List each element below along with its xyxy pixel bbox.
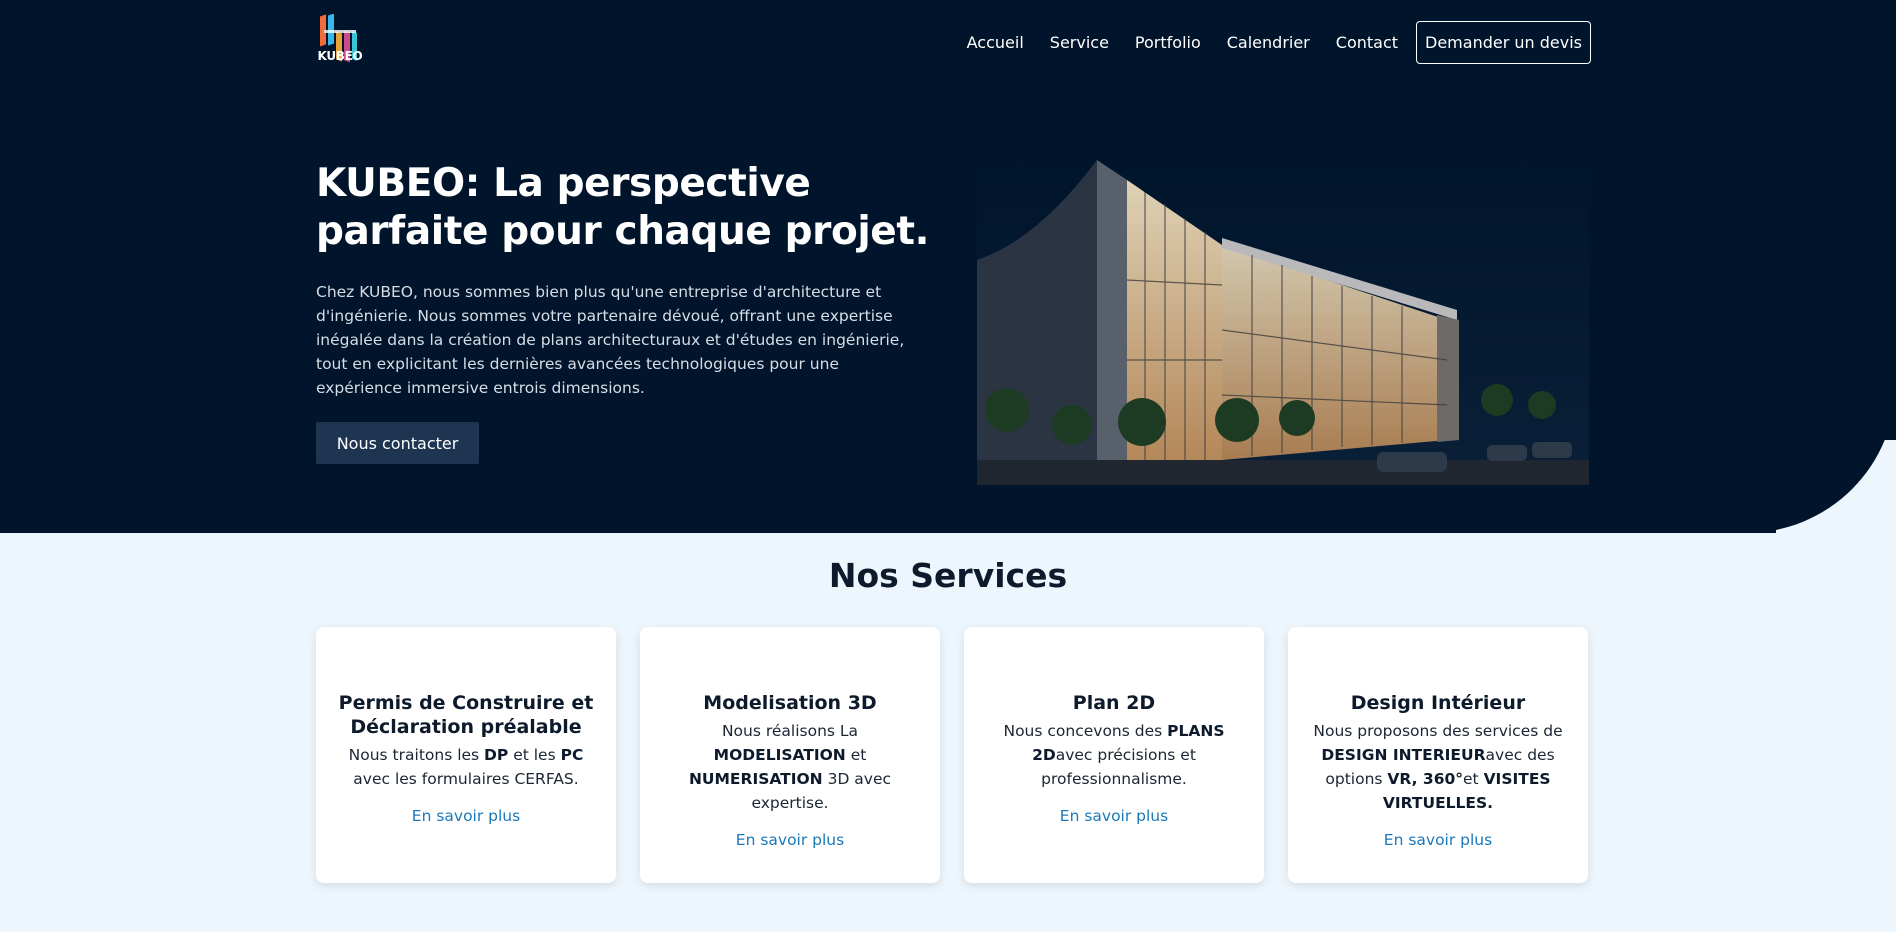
learn-more-link[interactable]: En savoir plus: [412, 807, 520, 825]
service-text-segment: Nous traitons les: [348, 746, 485, 764]
service-card-design: Design Intérieur Nous proposons des serv…: [1288, 627, 1588, 883]
service-card-plan: Plan 2D Nous concevons des PLANS 2Davec …: [964, 627, 1264, 883]
service-card-text: Nous réalisons La MODELISATION et NUMERI…: [658, 719, 922, 815]
service-card-text: Nous traitons les DP et les PC avec les …: [334, 743, 598, 791]
building-image: [977, 160, 1589, 485]
learn-more-link[interactable]: En savoir plus: [1060, 807, 1168, 825]
service-highlight: MODELISATION: [713, 746, 846, 764]
hero-title: KUBEO: La perspective parfaite pour chaq…: [316, 161, 930, 254]
service-highlight: DESIGN INTERIEUR: [1321, 746, 1486, 764]
main-nav: Accueil Service Portfolio Calendrier Con…: [941, 20, 1591, 64]
learn-more-link[interactable]: En savoir plus: [1384, 831, 1492, 849]
nav-service[interactable]: Service: [1050, 33, 1109, 52]
services-title: Nos Services: [828, 556, 1068, 595]
service-card-title: Plan 2D: [1072, 692, 1156, 714]
nav-calendrier[interactable]: Calendrier: [1227, 33, 1310, 52]
service-text-segment: Nous proposons des services de: [1313, 722, 1563, 740]
service-highlight: VR, 360°: [1387, 770, 1464, 788]
service-card-permis: Permis de Construire et Déclaration préa…: [316, 627, 616, 883]
service-text-segment: et: [845, 746, 867, 764]
service-text-segment: avec les formulaires CERFAS.: [353, 770, 579, 788]
service-card-text: Nous concevons des PLANS 2Davec précisio…: [982, 719, 1246, 791]
quote-button[interactable]: Demander un devis: [1416, 20, 1591, 64]
nav-contact[interactable]: Contact: [1336, 33, 1398, 52]
service-card-title: Permis de Construire et Déclaration préa…: [338, 692, 594, 738]
learn-more-link[interactable]: En savoir plus: [736, 831, 844, 849]
service-text-segment: Nous réalisons La: [721, 722, 859, 740]
service-card-text: Nous proposons des services de DESIGN IN…: [1306, 719, 1570, 815]
nav-accueil[interactable]: Accueil: [967, 33, 1024, 52]
service-card-title: Design Intérieur: [1350, 692, 1526, 714]
nav-portfolio[interactable]: Portfolio: [1135, 33, 1201, 52]
service-text-segment: et les: [508, 746, 561, 764]
service-card-title: Modelisation 3D: [703, 692, 877, 714]
service-highlight: PC: [560, 746, 584, 764]
hero-description: Chez KUBEO, nous sommes bien plus qu'une…: [316, 283, 905, 397]
contact-button[interactable]: Nous contacter: [316, 422, 479, 464]
service-highlight: DP: [484, 746, 509, 764]
service-text-segment: et: [1463, 770, 1484, 788]
hero-section: [0, 0, 1896, 533]
service-text-segment: Nous concevons des: [1003, 722, 1168, 740]
service-highlight: NUMERISATION: [688, 770, 823, 788]
service-card-modelisation: Modelisation 3D Nous réalisons La MODELI…: [640, 627, 940, 883]
service-text-segment: avec précisions et professionnalisme.: [1041, 746, 1196, 788]
logo-text: KUBEO: [317, 49, 363, 63]
